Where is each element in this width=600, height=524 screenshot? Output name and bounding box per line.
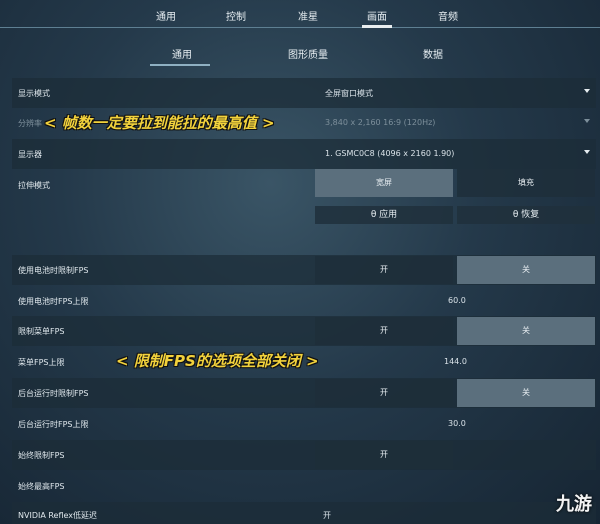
fps-annotation: < 帧数一定要拉到能拉的最高值 >	[44, 114, 275, 132]
apply-button[interactable]: θ 应用	[315, 206, 453, 224]
active-tab-indicator	[362, 25, 392, 28]
sub-nav: 通用 图形质量 数据	[0, 30, 600, 70]
stretch-mode-label: 拉伸模式	[18, 181, 50, 190]
menu-limit-on[interactable]: 开	[315, 317, 453, 345]
background-limit-on[interactable]: 开	[315, 379, 453, 407]
top-nav: 通用 控制 准星 画面 音频	[0, 0, 600, 30]
tab-controls[interactable]: 控制	[226, 8, 246, 23]
monitor-label: 显示器	[18, 150, 42, 159]
display-mode-dropdown[interactable]: 全屏窗口模式	[325, 88, 373, 99]
resolution-dropdown[interactable]: 3,840 x 2,160 16:9 (120Hz)	[325, 118, 435, 127]
stretch-widescreen-option[interactable]: 宽屏	[315, 169, 453, 197]
limit-annotation: < 限制FPS的选项全部关闭 >	[116, 352, 319, 370]
reflex-label: NVIDIA Reflex低延迟	[18, 511, 98, 520]
stretch-fill-option[interactable]: 填充	[457, 169, 595, 197]
chevron-down-icon[interactable]	[584, 119, 590, 123]
watermark-logo: 九游	[556, 490, 592, 516]
restore-button[interactable]: θ 恢复	[457, 206, 595, 224]
background-limit-label: 后台运行时限制FPS	[18, 389, 89, 398]
always-limit-on[interactable]: 开	[315, 441, 453, 469]
menu-limit-off[interactable]: 关	[457, 317, 595, 345]
always-cap-label: 始终最高FPS	[18, 482, 65, 491]
monitor-dropdown[interactable]: 1. GSMC0C8 (4096 x 2160 1.90)	[325, 149, 454, 158]
background-cap-label: 后台运行时FPS上限	[18, 420, 89, 429]
subtab-general[interactable]: 通用	[172, 46, 192, 61]
background-cap-row: 后台运行时FPS上限 30.0	[12, 409, 596, 439]
monitor-row: 显示器 1. GSMC0C8 (4096 x 2160 1.90)	[12, 139, 596, 169]
nav-divider	[0, 27, 600, 28]
tab-general[interactable]: 通用	[156, 8, 176, 23]
chevron-down-icon[interactable]	[584, 89, 590, 93]
tab-crosshair[interactable]: 准星	[298, 8, 318, 23]
battery-cap-row: 使用电池时FPS上限 60.0	[12, 286, 596, 316]
reflex-row: NVIDIA Reflex低延迟 开	[12, 502, 596, 524]
chevron-down-icon[interactable]	[584, 150, 590, 154]
watermark-text: 九游	[556, 494, 592, 515]
display-mode-row: 显示模式 全屏窗口模式	[12, 78, 596, 108]
menu-cap-value[interactable]: 144.0	[444, 357, 467, 366]
tab-video[interactable]: 画面	[367, 8, 387, 23]
always-limit-row: 始终限制FPS	[12, 440, 596, 470]
battery-limit-on[interactable]: 开	[315, 256, 453, 284]
always-cap-row: 始终最高FPS	[12, 471, 596, 501]
battery-cap-value[interactable]: 60.0	[448, 296, 466, 305]
display-mode-label: 显示模式	[18, 89, 50, 98]
tab-audio[interactable]: 音频	[438, 8, 458, 23]
background-cap-value[interactable]: 30.0	[448, 419, 466, 428]
subtab-graphics-quality[interactable]: 图形质量	[288, 46, 328, 61]
reflex-value[interactable]: 开	[323, 510, 331, 521]
subtab-stats[interactable]: 数据	[423, 46, 443, 61]
subtab-active-indicator	[150, 64, 210, 66]
resolution-label: 分辨率	[18, 119, 42, 128]
battery-limit-off[interactable]: 关	[457, 256, 595, 284]
always-limit-label: 始终限制FPS	[18, 451, 65, 460]
battery-cap-label: 使用电池时FPS上限	[18, 297, 89, 306]
menu-limit-label: 限制菜单FPS	[18, 327, 65, 336]
battery-limit-label: 使用电池时限制FPS	[18, 266, 89, 275]
menu-cap-label: 菜单FPS上限	[18, 358, 65, 367]
background-limit-off[interactable]: 关	[457, 379, 595, 407]
